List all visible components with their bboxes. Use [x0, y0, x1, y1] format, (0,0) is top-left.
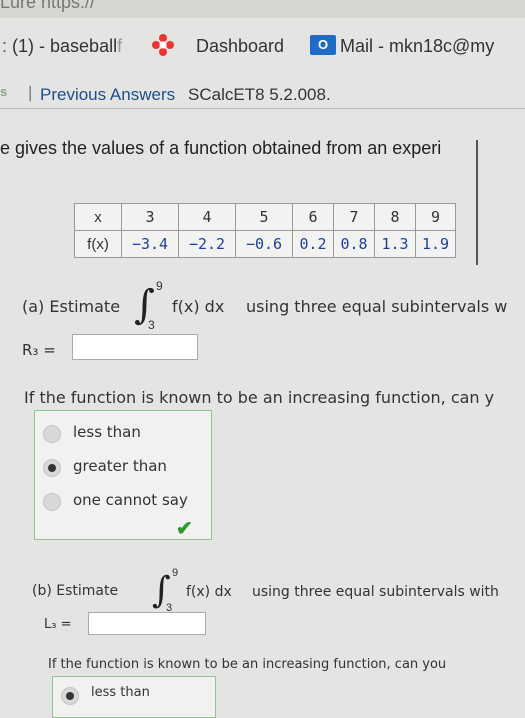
part-b-choices: less than [52, 676, 216, 718]
previous-answers-link[interactable]: Previous Answers [40, 85, 175, 105]
integrand: f(x) dx [172, 297, 225, 316]
table-cell: 5 [235, 203, 293, 231]
breadcrumb: s | Previous Answers SCalcET8 5.2.008. [0, 78, 525, 108]
part-b-prefix: (b) Estimate [32, 583, 119, 599]
table-row-fx: f(x) −3.4 −2.2 −0.6 0.2 0.8 1.3 1.9 [74, 230, 457, 258]
table-cell: 1.9 [414, 230, 457, 258]
table-cell: 1.3 [374, 230, 416, 258]
correct-check-icon: ✔ [176, 518, 193, 540]
l3-input[interactable] [88, 612, 206, 635]
outlook-icon: O [310, 35, 336, 55]
radio-button-selected[interactable] [43, 459, 61, 477]
table-row-x: x 3 4 5 6 7 8 9 [74, 203, 457, 231]
option-label: greater than [73, 457, 167, 475]
mouse-pointer-line [476, 140, 478, 265]
table-cell: 6 [292, 203, 334, 231]
integral-lower-limit: 3 [148, 318, 155, 332]
option-label: less than [73, 423, 141, 441]
divider [0, 108, 525, 109]
url-text: Lure https:// [0, 0, 96, 12]
part-a-prefix: (a) Estimate [22, 297, 121, 316]
table-cell: 0.8 [333, 230, 375, 258]
problem-code: SCalcET8 5.2.008. [188, 85, 331, 104]
breadcrumb-prefix: s [0, 84, 8, 99]
part-b-question: If the function is known to be an increa… [48, 657, 447, 672]
table-cell: 4 [178, 203, 236, 231]
table-cell: 8 [374, 203, 416, 231]
table-cell: 0.2 [292, 230, 334, 258]
table-cell: 3 [121, 203, 179, 231]
option-label: one cannot say [73, 491, 188, 509]
table-cell: −0.6 [235, 230, 293, 258]
table-cell: 7 [333, 203, 375, 231]
values-table: x 3 4 5 6 7 8 9 f(x) −3.4 −2.2 −0.6 0.2 … [74, 203, 457, 258]
browser-url-bar[interactable]: Lure https:// [0, 0, 525, 18]
radio-button[interactable] [43, 425, 61, 443]
breadcrumb-separator: | [28, 83, 33, 102]
bookmark-baseball[interactable]: : (1) - baseballf [2, 36, 122, 57]
dashboard-flower-icon [150, 32, 176, 63]
integral-upper-limit: 9 [172, 567, 179, 579]
bookmark-dashboard[interactable]: Dashboard [196, 36, 284, 57]
radio-button[interactable] [43, 493, 61, 511]
part-a-question: If the function is known to be an increa… [24, 388, 495, 407]
r3-input[interactable] [72, 334, 198, 360]
integrand: f(x) dx [186, 584, 232, 600]
bookmark-mail[interactable]: Mail - mkn18c@my [340, 36, 494, 57]
bookmarks-bar: : (1) - baseballf Dashboard O Mail - mkn… [0, 28, 525, 64]
table-cell: −3.4 [121, 230, 179, 258]
l3-label: L₃ = [44, 617, 72, 632]
table-cell: 9 [414, 203, 457, 231]
part-b-suffix: using three equal subintervals with [252, 584, 499, 600]
r3-label: R₃ = [22, 341, 56, 359]
radio-button-selected[interactable] [61, 687, 79, 705]
table-cell: −2.2 [178, 230, 236, 258]
option-label: less than [91, 685, 150, 700]
bookmark-baseball-faded: f [117, 36, 123, 56]
part-a-suffix: using three equal subintervals w [246, 297, 508, 316]
table-header-x: x [74, 203, 122, 231]
problem-description: e gives the values of a function obtaine… [0, 138, 442, 158]
table-header-fx: f(x) [74, 230, 122, 258]
bookmark-baseball-label: (1) - baseball [12, 36, 118, 56]
integral-upper-limit: 9 [156, 279, 163, 293]
